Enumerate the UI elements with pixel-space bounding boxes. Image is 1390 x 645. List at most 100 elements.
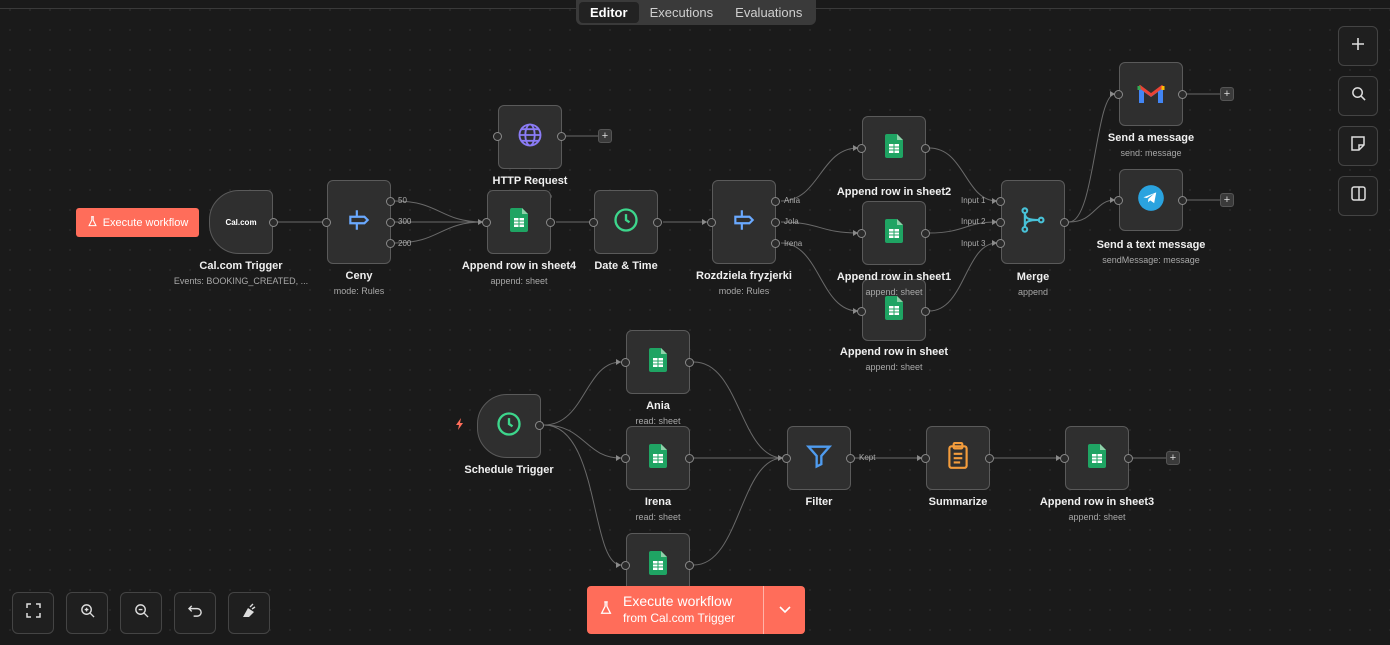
input-port[interactable]: [996, 239, 1005, 248]
add-sticky-note-button[interactable]: [1338, 126, 1378, 166]
node-append-sheet4[interactable]: [487, 190, 551, 254]
output-port[interactable]: [1124, 454, 1133, 463]
output-port[interactable]: [771, 218, 780, 227]
telegram-icon: [1137, 184, 1165, 217]
port-label: Input 2: [961, 217, 986, 226]
input-port[interactable]: [782, 454, 791, 463]
input-port[interactable]: [589, 218, 598, 227]
panel-icon: [1350, 186, 1366, 206]
input-port[interactable]: [996, 197, 1005, 206]
node-label: Schedule Trigger: [464, 464, 554, 476]
toggle-panel-button[interactable]: [1338, 176, 1378, 216]
node-subtitle: read: sheet: [635, 416, 681, 426]
input-port[interactable]: [322, 218, 331, 227]
input-port[interactable]: [1114, 196, 1123, 205]
node-ania[interactable]: [626, 330, 690, 394]
node-merge[interactable]: [1001, 180, 1065, 264]
node-calcom-trigger[interactable]: Cal.com: [209, 190, 273, 254]
input-port[interactable]: [857, 144, 866, 153]
flask-icon: [599, 600, 613, 621]
port-label: Input 1: [961, 196, 986, 205]
node-rozdziela-fryzjerki[interactable]: [712, 180, 776, 264]
output-port[interactable]: [386, 218, 395, 227]
port-label: 200: [398, 239, 412, 248]
output-port[interactable]: [846, 454, 855, 463]
bolt-icon: [455, 418, 465, 433]
output-port[interactable]: [557, 132, 566, 141]
input-port[interactable]: [921, 454, 930, 463]
node-filter[interactable]: [787, 426, 851, 490]
node-append-sheet2[interactable]: [862, 116, 926, 180]
add-node-plus-icon[interactable]: +: [1220, 193, 1234, 207]
input-port[interactable]: [707, 218, 716, 227]
sheets-icon: [885, 295, 903, 325]
output-port[interactable]: [685, 561, 694, 570]
node-summarize[interactable]: [926, 426, 990, 490]
execute-workflow-main-button[interactable]: Execute workflow from Cal.com Trigger: [587, 586, 805, 634]
output-port[interactable]: [921, 307, 930, 316]
output-port[interactable]: [1178, 196, 1187, 205]
wire: [543, 424, 622, 566]
input-port[interactable]: [1060, 454, 1069, 463]
output-port[interactable]: [771, 197, 780, 206]
execute-workflow-run[interactable]: Execute workflow from Cal.com Trigger: [587, 586, 764, 634]
zoom-in-button[interactable]: [66, 592, 108, 634]
node-subtitle: append: sheet: [865, 362, 923, 372]
undo-button[interactable]: [174, 592, 216, 634]
node-schedule-trigger[interactable]: [477, 394, 541, 458]
add-node-plus-icon[interactable]: +: [1166, 451, 1180, 465]
output-port[interactable]: [685, 454, 694, 463]
node-append-sheet1[interactable]: [862, 201, 926, 265]
input-port[interactable]: [1114, 90, 1123, 99]
input-port[interactable]: [621, 561, 630, 570]
search-nodes-button[interactable]: [1338, 76, 1378, 116]
node-label: HTTP Request: [492, 175, 568, 187]
input-port[interactable]: [857, 307, 866, 316]
execute-workflow-small-button[interactable]: Execute workflow: [76, 208, 199, 237]
node-send-text-message[interactable]: [1119, 169, 1183, 231]
output-port[interactable]: [685, 358, 694, 367]
port-label: Irena: [784, 239, 803, 248]
input-port[interactable]: [621, 454, 630, 463]
output-port[interactable]: [985, 454, 994, 463]
node-irena[interactable]: [626, 426, 690, 490]
output-port[interactable]: [771, 239, 780, 248]
fit-view-icon: [25, 603, 41, 623]
output-port[interactable]: [1060, 218, 1069, 227]
input-port[interactable]: [621, 358, 630, 367]
node-label: Ania: [646, 400, 670, 412]
input-port[interactable]: [996, 218, 1005, 227]
output-port[interactable]: [653, 218, 662, 227]
node-http-request[interactable]: [498, 105, 562, 169]
node-label: Append row in sheet: [839, 346, 949, 358]
chevron-down-icon: [778, 601, 791, 619]
output-port[interactable]: [386, 239, 395, 248]
tidy-up-button[interactable]: [228, 592, 270, 634]
output-port[interactable]: [386, 197, 395, 206]
add-node-plus-icon[interactable]: +: [1220, 87, 1234, 101]
clock-icon: [495, 410, 523, 443]
search-icon: [1351, 86, 1366, 106]
output-port[interactable]: [269, 218, 278, 227]
input-port[interactable]: [857, 229, 866, 238]
output-port[interactable]: [921, 144, 930, 153]
clipboard-icon: [945, 441, 971, 475]
node-send-message[interactable]: [1119, 62, 1183, 126]
output-port[interactable]: [921, 229, 930, 238]
fit-view-button[interactable]: [12, 592, 54, 634]
node-subtitle: send: message: [1120, 148, 1182, 158]
execute-options-dropdown[interactable]: [764, 586, 805, 634]
input-port[interactable]: [493, 132, 502, 141]
zoom-in-icon: [80, 603, 95, 623]
input-port[interactable]: [482, 218, 491, 227]
add-node-plus-icon[interactable]: +: [598, 129, 612, 143]
node-date-time[interactable]: [594, 190, 658, 254]
execute-workflow-source: from Cal.com Trigger: [623, 611, 736, 625]
output-port[interactable]: [1178, 90, 1187, 99]
node-append-sheet3[interactable]: [1065, 426, 1129, 490]
output-port[interactable]: [546, 218, 555, 227]
node-ceny[interactable]: [327, 180, 391, 264]
output-port[interactable]: [535, 421, 544, 430]
add-node-button[interactable]: [1338, 26, 1378, 66]
zoom-out-button[interactable]: [120, 592, 162, 634]
